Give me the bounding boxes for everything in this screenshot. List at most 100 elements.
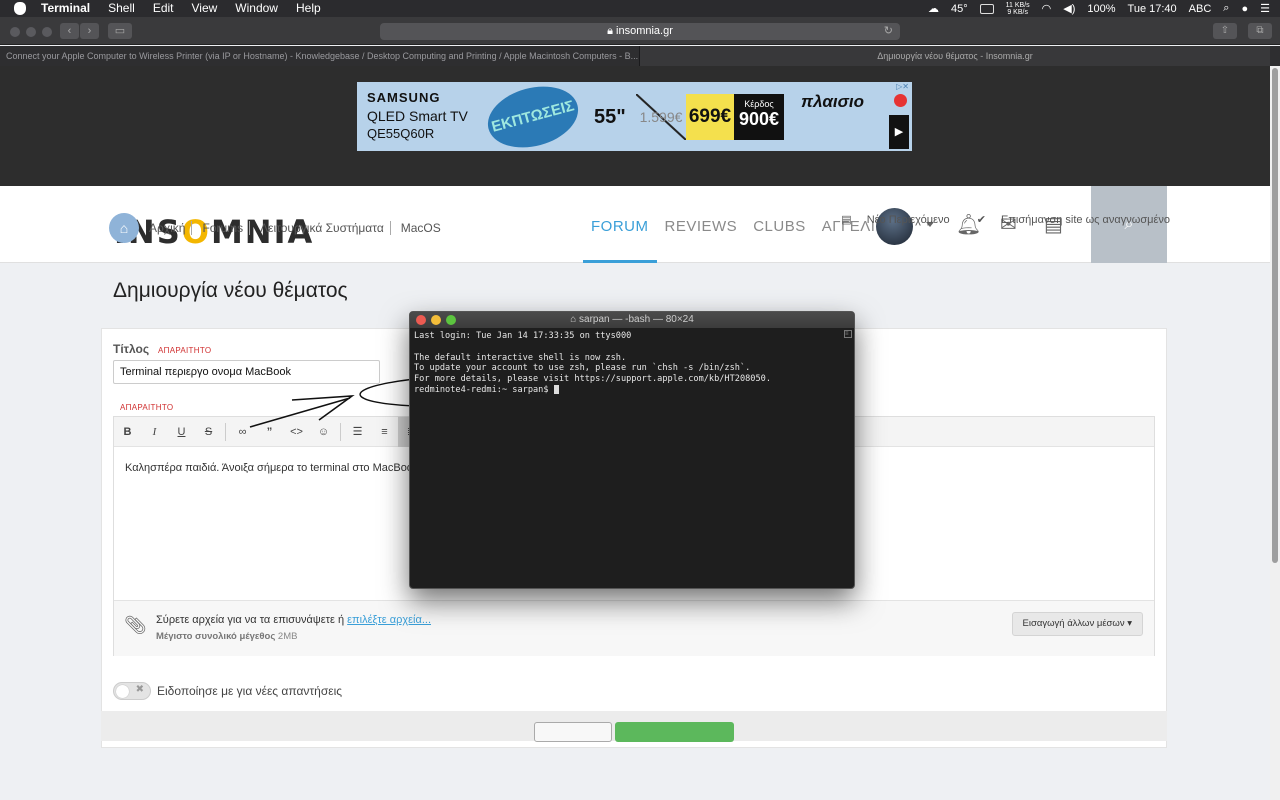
menu-edit[interactable]: Edit [153,0,174,17]
terminal-close-button[interactable] [416,315,426,325]
max-size-value: 2MB [277,631,298,642]
sidebar-toggle-icon[interactable]: ▭ [108,23,132,39]
menu-view[interactable]: View [192,0,218,17]
breadcrumb-home[interactable]: Αρχική [143,221,193,235]
topic-title-input[interactable] [113,360,380,384]
terminal-scroll-icon[interactable]: ≡ [844,330,852,338]
address-bar[interactable]: 🔒︎ insomnia.gr ↻ [380,23,900,40]
strikethrough-icon[interactable]: S [195,426,222,438]
terminal-zoom-button[interactable] [446,315,456,325]
bullet-list-icon[interactable]: ☰ [344,425,371,438]
notification-center-icon[interactable]: ☰ [1260,2,1270,15]
ad-brand: SAMSUNG [367,90,441,105]
code-icon[interactable]: <> [283,426,310,438]
numbered-list-icon[interactable]: ≡ [371,426,398,438]
cloud-icon[interactable]: ☁ [928,2,939,15]
url-text: insomnia.gr [616,25,673,37]
menu-app-name[interactable]: Terminal [41,0,90,17]
show-tabs-icon[interactable]: ⧉ [1248,23,1272,39]
nav-forum[interactable]: FORUM [583,186,657,263]
underline-icon[interactable]: U [168,426,195,438]
advertisement-banner[interactable]: SAMSUNG QLED Smart TV QE55Q60R ΕΚΠΤΩΣΕΙΣ… [357,82,912,151]
terminal-prompt: redminote4-redmi:~ sarpan$ [414,384,554,395]
toolbar-divider [225,422,226,441]
ad-size: 55" [594,106,626,128]
play-icon[interactable]: ▶ [889,115,909,149]
forward-button[interactable]: › [80,23,99,39]
ad-savings: Κέρδος 900€ [734,94,784,140]
home-icon[interactable]: ⌂ [109,213,139,243]
minimize-window-button[interactable] [26,27,36,37]
toolbar-divider [340,422,341,441]
lock-icon: 🔒︎ [607,25,613,37]
ad-store: πλαισιο [801,92,864,111]
back-button[interactable]: ‹ [60,23,79,39]
temperature-text[interactable]: 45° [951,3,968,15]
home-folder-icon: ⌂ [570,314,580,325]
clock[interactable]: Tue 17:40 [1128,3,1177,15]
breadcrumb-macos[interactable]: MacOS [395,221,447,235]
page-tools: ▤ Νέο Περιεχόμενο ✔ Επισήμανση site ως α… [817,213,1170,226]
adchoices-icon[interactable]: ▷✕ [896,82,909,91]
menu-shell[interactable]: Shell [108,0,135,17]
menu-help[interactable]: Help [296,0,321,17]
italic-icon[interactable]: I [141,426,168,438]
wifi-icon[interactable]: ◠ [1042,2,1052,15]
apple-icon[interactable] [14,2,26,15]
max-size-info: Μέγιστο συνολικό μέγεθος 2MB [156,631,297,642]
tab-insomnia[interactable]: Δημιουργία νέου θέματος - Insomnia.gr [640,46,1270,66]
link-icon[interactable]: ∞ [229,426,256,438]
network-speed[interactable]: 11 KB/s 9 KB/s [1006,2,1030,16]
preview-button[interactable] [534,722,612,742]
share-icon[interactable]: ⇧ [1213,23,1237,39]
reload-icon[interactable]: ↻ [884,23,893,40]
spotlight-icon[interactable]: ⌕ [1223,2,1229,15]
terminal-minimize-button[interactable] [431,315,441,325]
terminal-window[interactable]: ⌂ sarpan — -bash — 80×24 ≡ Last login: T… [409,311,855,589]
attach-instructions: Σύρετε αρχεία για να τα επισυνάψετε ή επ… [156,614,431,626]
notify-toggle[interactable]: ✖ [113,682,151,700]
paperclip-icon: 📎︎ [124,615,147,635]
net-up: 11 KB/s [1005,1,1030,9]
emoji-icon[interactable]: ☺ [310,426,337,438]
terminal-output[interactable]: Last login: Tue Jan 14 17:33:35 on ttys0… [414,331,840,588]
ad-new-price: 699€ [686,94,734,140]
title-label: Τίτλος [113,342,150,356]
monitor-icon[interactable] [979,3,994,14]
toggle-knob [116,685,129,698]
tab-knowledgebase[interactable]: Connect your Apple Computer to Wireless … [0,46,640,66]
terminal-line: To update your account to use zsh, pleas… [414,363,751,374]
mac-menubar: Terminal Shell Edit View Window Help ☁ 4… [0,0,1280,17]
max-size-label: Μέγιστο συνολικό μέγεθος [156,631,276,642]
nav-clubs[interactable]: CLUBS [745,186,814,263]
battery-text[interactable]: 100% [1087,3,1115,15]
ad-sale-badge: ΕΚΠΤΩΣΕΙΣ [481,82,585,151]
insert-media-button[interactable]: Εισαγωγή άλλων μέσων ▾ [1011,612,1143,636]
bold-icon[interactable]: B [114,426,141,438]
page-scrollbar[interactable] [1270,66,1280,800]
input-source[interactable]: ABC [1189,3,1212,15]
choose-files-link[interactable]: επιλέξτε αρχεία... [347,614,431,626]
nav-reviews[interactable]: REVIEWS [657,186,746,263]
breadcrumb-os[interactable]: Λειτουργικά Συστήματα [254,221,391,235]
breadcrumb-forums[interactable]: Forums [196,221,251,235]
tab-bar: Connect your Apple Computer to Wireless … [0,46,1280,66]
editor-content[interactable]: Καλησπέρα παιδιά. Άνοιξα σήμερα το termi… [125,462,418,474]
siri-icon[interactable]: ● [1241,3,1248,15]
volume-icon[interactable]: ◀) [1063,2,1075,15]
net-down: 9 KB/s [1007,8,1028,16]
title-required-badge: ΑΠΑΡΑΙΤΗΤΟ [158,346,212,355]
notify-label: Ειδοποίησε με για νέες απαντήσεις [157,684,343,698]
quote-icon[interactable]: ” [256,426,283,438]
close-window-button[interactable] [10,27,20,37]
body-required-badge: ΑΠΑΡΑΙΤΗΤΟ [120,403,174,412]
mark-read-link[interactable]: ✔ Επισήμανση site ως αναγνωσμένο [965,214,1170,226]
zoom-window-button[interactable] [42,27,52,37]
ad-save-value: 900€ [738,109,780,129]
terminal-titlebar[interactable]: ⌂ sarpan — -bash — 80×24 [410,312,854,328]
scrollbar-thumb[interactable] [1272,68,1278,563]
terminal-line: For more details, please visit https://s… [414,374,771,385]
submit-button[interactable] [615,722,734,742]
menu-window[interactable]: Window [235,0,278,17]
new-content-link[interactable]: ▤ Νέο Περιεχόμενο [829,214,949,226]
